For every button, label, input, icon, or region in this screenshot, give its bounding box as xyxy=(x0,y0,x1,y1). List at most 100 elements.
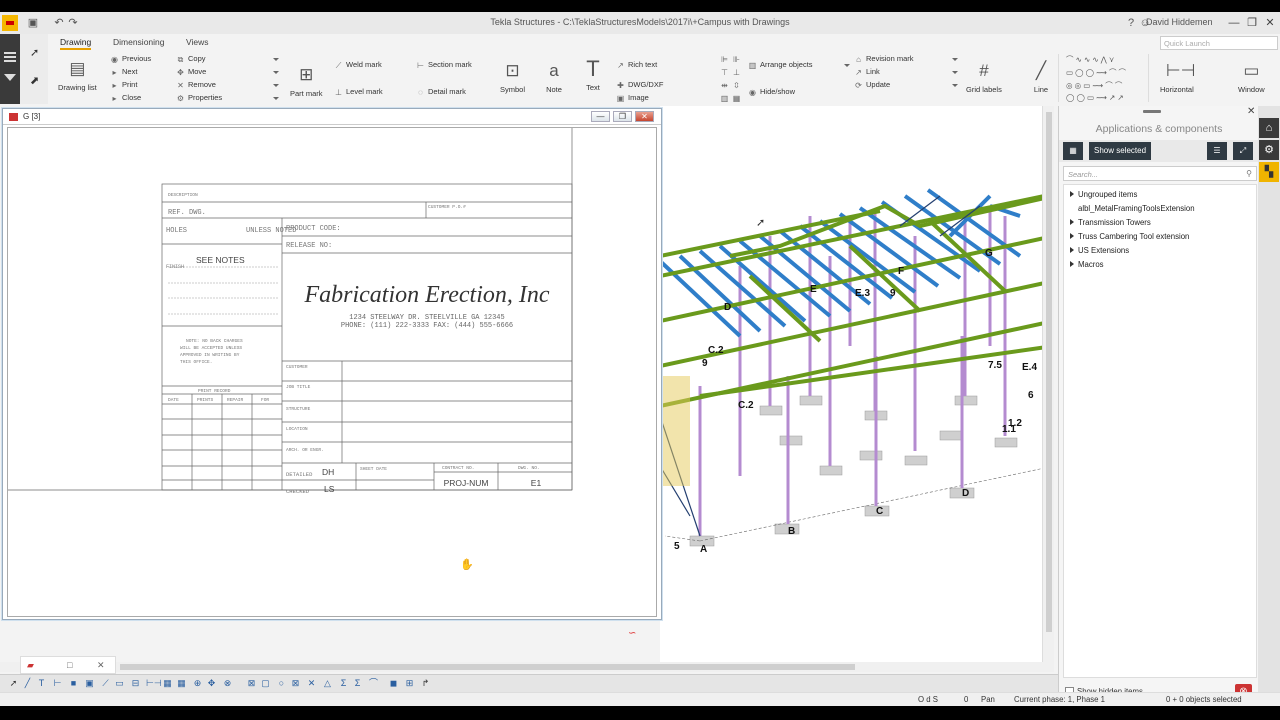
snap-ref-icon[interactable]: ⊠ xyxy=(246,678,257,689)
catalog-icon[interactable]: ⌂ xyxy=(1259,118,1279,138)
link-dropdown-icon[interactable] xyxy=(952,71,958,74)
rich-text-button[interactable]: ↗ Rich text xyxy=(616,60,657,70)
grid-view-icon[interactable]: ▦ xyxy=(1063,142,1083,160)
snap-geom-icon[interactable]: ▢ xyxy=(260,678,271,689)
panel-close-icon[interactable]: ✕ xyxy=(1247,106,1255,117)
previous-button[interactable]: ◉ Previous xyxy=(110,54,151,64)
move-dropdown-icon[interactable] xyxy=(273,71,279,74)
snap-settings-icon[interactable]: ⊗ xyxy=(222,678,233,689)
panel-grip-icon[interactable] xyxy=(1143,110,1161,113)
collapse-arrow-icon[interactable] xyxy=(4,74,16,81)
move-button[interactable]: ✥ Move xyxy=(176,67,206,77)
select-mark-icon[interactable]: ▣ xyxy=(84,678,95,689)
weld-mark-button[interactable]: ⟋ Weld mark xyxy=(334,60,382,70)
select-grid-icon[interactable]: ⊢⊣ xyxy=(146,678,162,689)
select-dim-icon[interactable]: ⊢ xyxy=(52,678,63,689)
shape-tools-row-1[interactable]: ⌒ ∿ ∿ ∿ ⋀ ⋎ xyxy=(1066,54,1114,65)
remove-dropdown-icon[interactable] xyxy=(273,84,279,87)
tab-views[interactable]: Views xyxy=(186,37,209,47)
smart-select-icon[interactable]: ⬈ xyxy=(30,74,39,87)
drawing-list-button[interactable]: ▤ Drawing list xyxy=(58,58,97,92)
shape-tools-row-4[interactable]: ◯ ◯ ▭ ⟿ ↗ ↗ xyxy=(1066,93,1124,102)
expand-arrow-icon[interactable] xyxy=(1070,219,1074,225)
text-button[interactable]: T Text xyxy=(582,58,604,93)
select-plane-icon[interactable]: ▦ xyxy=(176,678,187,689)
arrange-dropdown-icon[interactable] xyxy=(844,64,850,67)
drawing-window-titlebar[interactable]: G [3] — ❐ ✕ xyxy=(3,109,661,125)
current-phase[interactable]: Current phase: 1, Phase 1 xyxy=(1014,695,1105,704)
close-button[interactable]: ✕ xyxy=(1262,15,1278,31)
link-button[interactable]: ↗ Link xyxy=(854,67,880,77)
hide-show-button[interactable]: ◉ Hide/show xyxy=(748,87,795,97)
pan-icon[interactable]: ✥ xyxy=(206,678,217,689)
print-button[interactable]: ▸ Print xyxy=(110,80,137,90)
section-mark-button[interactable]: ⊢ Section mark xyxy=(416,60,472,70)
quick-launch-input[interactable]: Quick Launch xyxy=(1160,36,1278,50)
settings-icon[interactable]: ⚙ xyxy=(1259,140,1279,160)
grid-labels-button[interactable]: # Grid labels xyxy=(966,60,1002,94)
snap-free-icon[interactable]: ◼ xyxy=(388,678,399,689)
expand-icon[interactable]: ⤢ xyxy=(1233,142,1253,160)
line-button[interactable]: ╱ Line xyxy=(1030,60,1052,94)
model-doc-icon[interactable]: □ xyxy=(67,660,72,670)
view-vertical-scrollbar[interactable] xyxy=(1042,106,1054,666)
select-view-icon[interactable]: ▭ xyxy=(114,678,125,689)
snap-intersection-icon[interactable]: ✕ xyxy=(306,678,317,689)
select-pointer-icon[interactable]: ➚ xyxy=(30,46,39,59)
tab-drawing[interactable]: Drawing xyxy=(60,37,92,50)
note-button[interactable]: a Note xyxy=(543,60,565,94)
drawing-window[interactable]: G [3] — ❐ ✕ DESCRIPTION CUSTOMER P.O.# C… xyxy=(2,108,662,620)
select-part-icon[interactable]: ■ xyxy=(68,678,79,689)
list-item[interactable]: Macros xyxy=(1070,260,1104,269)
snap-center-icon[interactable]: ○ xyxy=(276,678,287,689)
update-dropdown-icon[interactable] xyxy=(952,84,958,87)
shape-tools-row-3[interactable]: ◎ ◎ ▭ ⟿ ⌒ ⌒ xyxy=(1066,80,1122,91)
select-line-icon[interactable]: ╱ xyxy=(22,678,33,689)
applications-icon[interactable]: ▚ xyxy=(1259,162,1279,182)
select-text-icon[interactable]: T xyxy=(36,678,47,689)
list-view-icon[interactable]: ☰ xyxy=(1207,142,1227,160)
next-button[interactable]: ▸ Next xyxy=(110,67,137,77)
drawing-doc-icon[interactable]: ▰ xyxy=(27,660,34,671)
select-weld-icon[interactable]: ⟋ xyxy=(100,678,111,689)
user-name[interactable]: David Hiddemen xyxy=(1146,17,1213,27)
list-item[interactable]: Transmission Towers xyxy=(1070,218,1151,227)
close-drawing-button[interactable]: ▸ Close xyxy=(110,93,141,103)
tab-dimensioning[interactable]: Dimensioning xyxy=(113,37,165,47)
align-icons-group-2[interactable]: ⊤ ⊥ xyxy=(720,67,744,77)
image-button[interactable]: ▣ Image xyxy=(616,93,649,103)
panel-search-input[interactable]: Search... ⚲ xyxy=(1063,166,1257,181)
shape-tools-row-2[interactable]: ▭ ◯ ◯ ⟿ ⌒ ⌒ xyxy=(1066,67,1126,78)
expand-arrow-icon[interactable] xyxy=(1070,261,1074,267)
horizontal-dimension-button[interactable]: ⊢⊣ Horizontal xyxy=(1160,60,1196,94)
align-icons-group-3[interactable]: ⇹ ⇳ xyxy=(720,80,744,90)
expand-arrow-icon[interactable] xyxy=(1070,247,1074,253)
properties-dropdown-icon[interactable] xyxy=(273,97,279,100)
drawing-minimize-button[interactable]: — xyxy=(591,111,610,122)
help-button[interactable]: ? xyxy=(1124,16,1138,30)
list-item[interactable]: albl_MetalFramingToolsExtension xyxy=(1078,204,1195,213)
expand-arrow-icon[interactable] xyxy=(1070,191,1074,197)
properties-button[interactable]: ⚙ Properties xyxy=(176,93,222,103)
restore-button[interactable]: ❐ xyxy=(1244,15,1260,31)
minimize-button[interactable]: — xyxy=(1226,15,1242,31)
detail-mark-button[interactable]: ◌ Detail mark xyxy=(416,87,466,97)
snap-grid-icon[interactable]: ⊞ xyxy=(404,678,415,689)
dwg-dxf-button[interactable]: ✚ DWG/DXF xyxy=(616,80,663,90)
vscroll-thumb[interactable] xyxy=(1046,112,1052,632)
expand-arrow-icon[interactable] xyxy=(1070,233,1074,239)
hamburger-icon[interactable] xyxy=(4,52,16,62)
snap-line-icon[interactable]: ⌒ xyxy=(368,678,379,689)
model-3d-view[interactable]: A B C D D E E.3 F G 9 C.2 9 C.2 7.5 E.4 … xyxy=(658,106,1055,666)
align-icons-group[interactable]: ⊫ ⊪ xyxy=(720,54,744,64)
align-icons-group-4[interactable]: ▥ ▦ xyxy=(720,93,744,103)
symbol-button[interactable]: ⊡ Symbol xyxy=(500,60,525,94)
drawing-maximize-button[interactable]: ❐ xyxy=(613,111,632,122)
part-mark-button[interactable]: ⊞ Part mark xyxy=(290,64,323,98)
select-bolt-icon[interactable]: ⊟ xyxy=(130,678,141,689)
snap-mid-icon[interactable]: ⊠ xyxy=(290,678,301,689)
select-filter-icon[interactable]: ▦ xyxy=(162,678,173,689)
snap-any-icon[interactable]: Σ xyxy=(352,678,363,689)
list-item[interactable]: Truss Cambering Tool extension xyxy=(1070,232,1189,241)
zoom-icon[interactable]: ⊕ xyxy=(192,678,203,689)
